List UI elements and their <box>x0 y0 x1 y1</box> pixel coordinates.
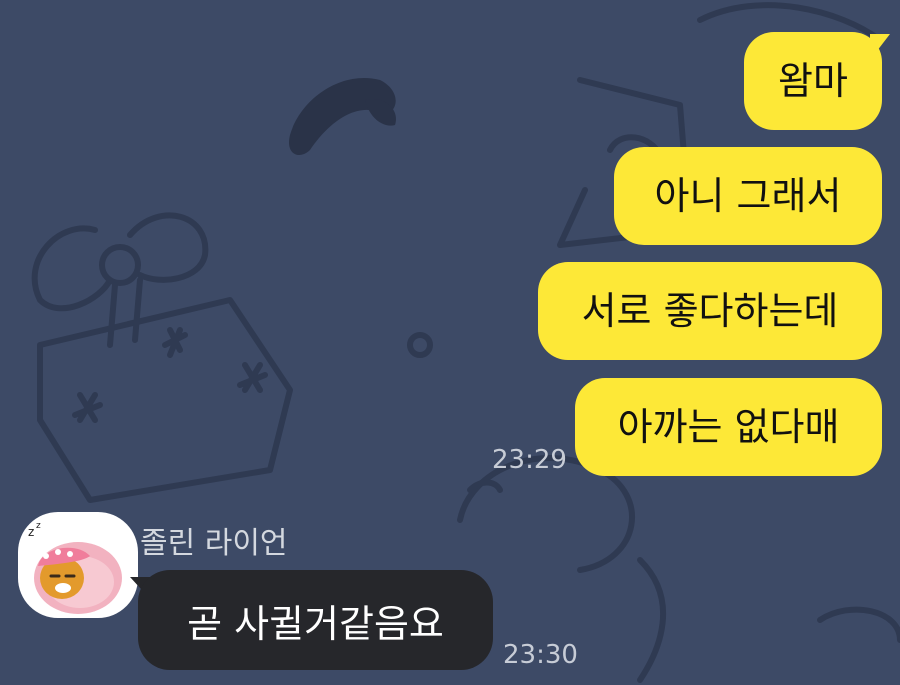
sender-name: 졸린 라이언 <box>140 526 288 561</box>
message-timestamp: 23:29 <box>492 445 567 475</box>
sleeping-ryan-avatar-icon[interactable]: z z <box>18 512 138 618</box>
message-text: 아니 그래서 <box>654 174 842 218</box>
bubble-tail <box>870 34 890 60</box>
outgoing-message[interactable]: 왐마 <box>744 32 882 130</box>
message-text: 왐마 <box>778 59 848 103</box>
outgoing-message[interactable]: 서로 좋다하는데 <box>538 262 882 360</box>
outgoing-message[interactable]: 아까는 없다매 <box>575 378 882 476</box>
message-text: 서로 좋다하는데 <box>581 289 839 333</box>
incoming-message[interactable]: 곧 사귈거같음요 <box>138 570 493 670</box>
message-text: 곧 사귈거같음요 <box>187 601 444 646</box>
message-text: 아까는 없다매 <box>617 405 840 449</box>
outgoing-message[interactable]: 아니 그래서 <box>614 147 882 245</box>
svg-text:z: z <box>28 525 34 539</box>
message-timestamp: 23:30 <box>503 640 578 670</box>
gift-box-doodle <box>37 297 293 503</box>
svg-text:z: z <box>36 521 41 531</box>
